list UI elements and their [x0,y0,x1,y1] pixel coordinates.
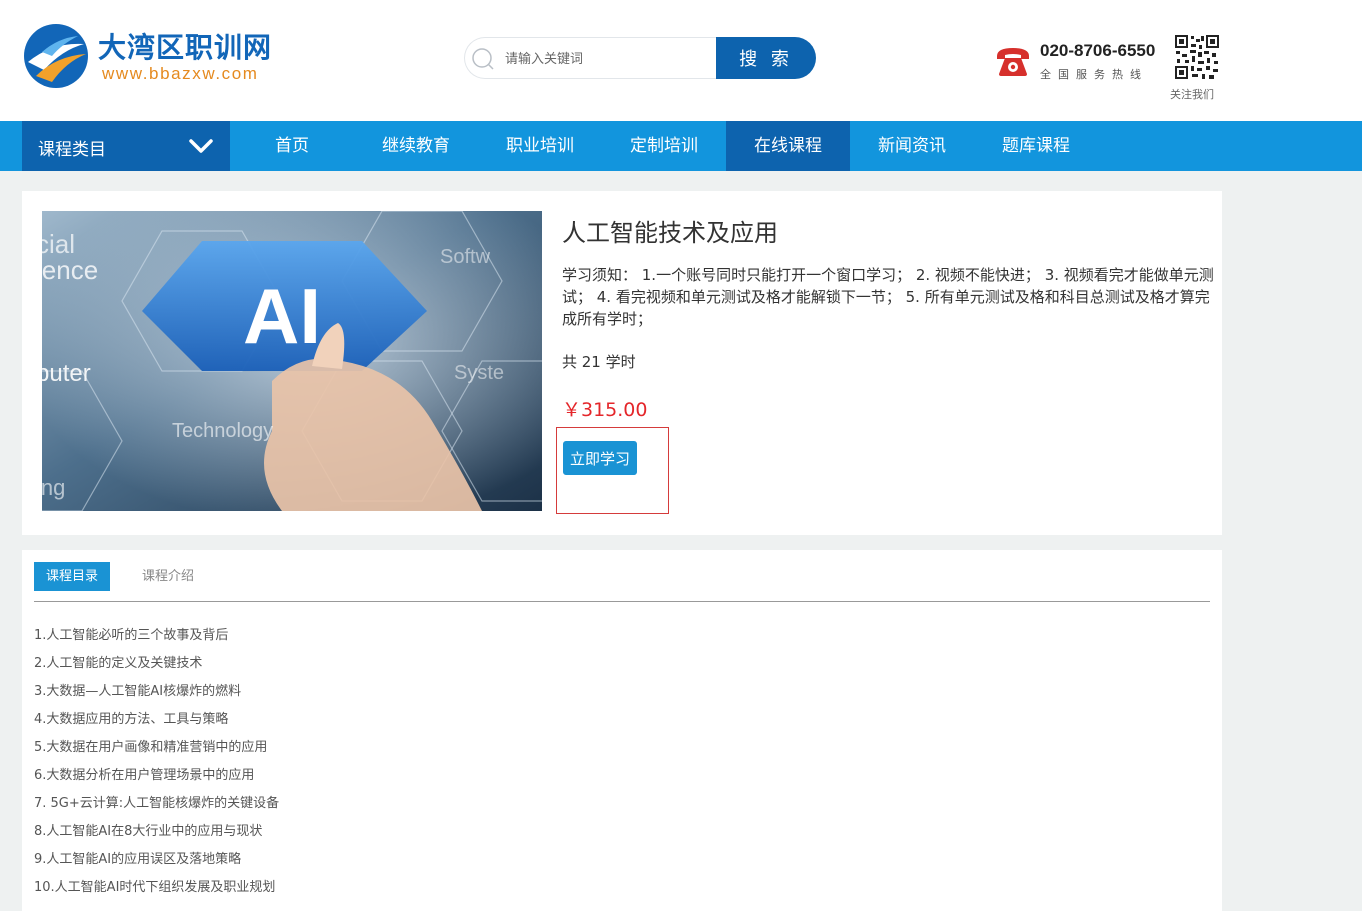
nav-item-question-bank[interactable]: 题库课程 [974,121,1098,171]
course-hours: 共 21 学时 [562,353,636,371]
cover-word-7: Technology [172,420,273,442]
lesson-item[interactable]: 7. 5G+云计算:人工智能核爆炸的关键设备 [34,790,279,818]
lesson-item[interactable]: 2.人工智能的定义及关键技术 [34,650,279,678]
phone-icon [997,48,1029,76]
course-price: ￥315.00 [562,399,648,421]
course-cover-illustration: AI cial ience puter ing Softw Syste Tech… [42,211,542,511]
hotline-label: 全国服务热线 [1040,68,1148,81]
logo-title: 大湾区职训网 [98,31,273,64]
course-title: 人工智能技术及应用 [562,219,778,247]
nav-item-home[interactable]: 首页 [230,121,354,171]
cover-word-3: puter [42,360,91,387]
main-nav: 课程类目 首页 继续教育 职业培训 定制培训 在线课程 新闻资讯 题库课程 [0,121,1362,171]
search-bar: 搜 索 [464,37,816,79]
logo-mark-icon [24,24,88,88]
start-study-button[interactable]: 立即学习 [563,441,637,475]
nav-item-news[interactable]: 新闻资讯 [850,121,974,171]
nav-item-custom-training[interactable]: 定制培训 [602,121,726,171]
hotline-number: 020-8706-6550 [1040,41,1156,60]
search-input[interactable] [505,47,715,71]
search-box [464,37,726,79]
hotline: 020-8706-6550 全国服务热线 [994,40,1169,86]
cover-ai-text: AI [243,272,321,360]
lesson-item[interactable]: 5.大数据在用户画像和精准营销中的应用 [34,734,279,762]
course-image: AI cial ience puter ing Softw Syste Tech… [42,211,542,511]
search-button[interactable]: 搜 索 [716,37,816,79]
cover-word-2: ience [42,255,98,285]
nav-item-online-courses[interactable]: 在线课程 [726,121,850,171]
site-header: 大湾区职训网 www.bbazxw.com 搜 索 020-8706-6550 … [0,0,1362,121]
tab-intro[interactable]: 课程介绍 [130,562,206,591]
lesson-item[interactable]: 10.人工智能AI时代下组织发展及职业规划 [34,874,279,902]
logo-url: www.bbazxw.com [102,64,259,83]
tab-catalog[interactable]: 课程目录 [34,562,110,591]
cover-word-6: Syste [454,362,504,384]
lesson-item[interactable]: 8.人工智能AI在8大行业中的应用与现状 [34,818,279,846]
study-notice: 学习须知： 1.一个账号同时只能打开一个窗口学习； 2. 视频不能快进； 3. … [562,266,1214,328]
qr-label: 关注我们 [1170,88,1214,101]
lesson-item[interactable]: 6.大数据分析在用户管理场景中的应用 [34,762,279,790]
lesson-list: 1.人工智能必听的三个故事及背后 2.人工智能的定义及关键技术 3.大数据—人工… [34,622,279,902]
course-card: AI cial ience puter ing Softw Syste Tech… [22,191,1222,535]
cover-word-4: ing [42,475,65,500]
category-label: 课程类目 [38,140,106,160]
lesson-item[interactable]: 4.大数据应用的方法、工具与策略 [34,706,279,734]
lesson-item[interactable]: 9.人工智能AI的应用误区及落地策略 [34,846,279,874]
chevron-down-icon [189,139,213,153]
course-category-dropdown[interactable]: 课程类目 [22,121,230,171]
lesson-item[interactable]: 3.大数据—人工智能AI核爆炸的燃料 [34,678,279,706]
qr-code-icon [1174,34,1220,80]
course-content-section: 课程目录 课程介绍 1.人工智能必听的三个故事及背后 2.人工智能的定义及关键技… [22,550,1222,911]
lesson-item[interactable]: 1.人工智能必听的三个故事及背后 [34,622,279,650]
search-icon [472,48,494,70]
nav-item-continuing-education[interactable]: 继续教育 [354,121,478,171]
site-logo[interactable]: 大湾区职训网 www.bbazxw.com [22,22,292,92]
tab-divider [34,601,1210,602]
nav-item-vocational-training[interactable]: 职业培训 [478,121,602,171]
cover-word-5: Softw [440,246,491,268]
